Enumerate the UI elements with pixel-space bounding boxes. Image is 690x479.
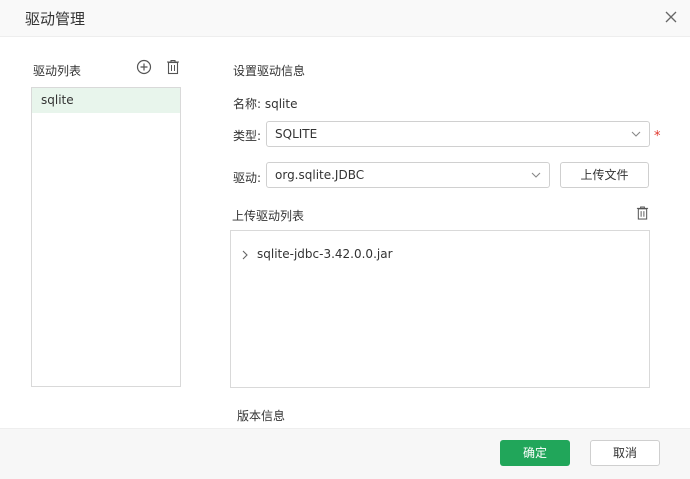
dialog-title: 驱动管理 [25,10,86,28]
close-icon[interactable] [664,10,678,24]
file-name: sqlite-jdbc-3.42.0.0.jar [257,247,393,261]
cancel-button[interactable]: 取消 [590,440,660,466]
upload-list-label: 上传驱动列表 [232,209,305,223]
driver-list: sqlite [31,87,181,387]
file-list-item[interactable]: sqlite-jdbc-3.42.0.0.jar [241,247,393,261]
type-label: 类型: [233,129,262,143]
uploaded-file-list: sqlite-jdbc-3.42.0.0.jar [230,230,650,388]
type-select[interactable]: SQLITE [266,121,650,147]
driver-list-label: 驱动列表 [33,64,82,78]
ok-button[interactable]: 确定 [500,440,570,466]
driver-select[interactable]: org.sqlite.JDBC [266,162,550,188]
driver-label: 驱动: [233,171,262,185]
driver-management-dialog: 驱动管理 驱动列表 sqlite 设置驱动信息 名称: sqlite 类型: S… [0,0,690,479]
driver-list-item[interactable]: sqlite [32,88,180,113]
driver-select-value: org.sqlite.JDBC [275,168,365,182]
trash-icon[interactable] [166,59,180,75]
section-title: 设置驱动信息 [233,64,306,78]
driver-name: 名称: sqlite [233,97,298,111]
chevron-down-icon [631,131,641,137]
add-icon[interactable] [136,59,152,75]
type-select-value: SQLITE [275,127,318,141]
version-info-label: 版本信息 [237,409,286,423]
dialog-footer [0,428,690,479]
trash-icon[interactable] [636,205,649,221]
upload-file-button[interactable]: 上传文件 [560,162,649,188]
required-mark: * [654,129,661,144]
dialog-header: 驱动管理 [0,0,690,37]
chevron-right-icon[interactable] [241,250,249,260]
chevron-down-icon [531,172,541,178]
